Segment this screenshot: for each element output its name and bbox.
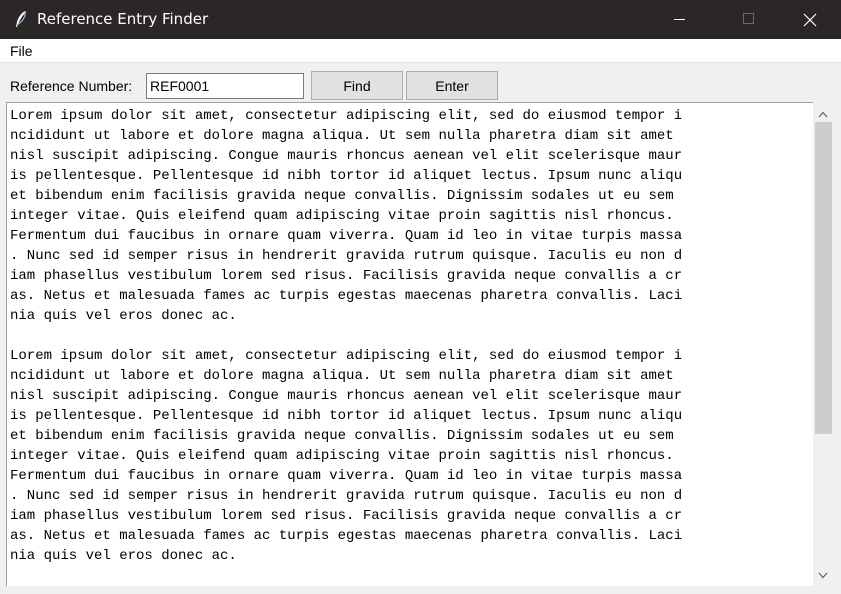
text-display-area[interactable]: Lorem ipsum dolor sit amet, consectetur …: [6, 102, 813, 586]
maximize-button[interactable]: [727, 0, 773, 39]
find-button[interactable]: Find: [311, 71, 403, 100]
text-line: ncididunt ut labore et dolore magna aliq…: [10, 368, 674, 384]
text-line: nisl suscipit adipiscing. Congue mauris …: [10, 148, 683, 164]
text-line: Fermentum dui faucibus in ornare quam vi…: [10, 468, 683, 484]
window-title: Reference Entry Finder: [37, 10, 209, 28]
text-line: nia quis vel eros donec ac.: [10, 548, 237, 564]
title-bar[interactable]: Reference Entry Finder: [0, 0, 841, 39]
text-line: is pellentesque. Pellentesque id nibh to…: [10, 408, 683, 424]
text-line: as. Netus et malesuada fames ac turpis e…: [10, 528, 683, 544]
reference-number-input[interactable]: [146, 73, 304, 99]
text-line: . Nunc sed id semper risus in hendrerit …: [10, 248, 683, 264]
text-line: Fermentum dui faucibus in ornare quam vi…: [10, 228, 683, 244]
text-line: [10, 326, 810, 346]
text-line: Lorem ipsum dolor sit amet, consectetur …: [10, 348, 683, 364]
text-line: iam phasellus vestibulum lorem sed risus…: [10, 508, 683, 524]
feather-icon: [13, 10, 29, 30]
text-line: is pellentesque. Pellentesque id nibh to…: [10, 168, 683, 184]
scroll-down-button[interactable]: [813, 567, 833, 585]
text-line: iam phasellus vestibulum lorem sed risus…: [10, 268, 683, 284]
close-button[interactable]: [787, 0, 833, 39]
menu-file[interactable]: File: [10, 43, 33, 59]
vertical-scrollbar[interactable]: [813, 102, 833, 586]
text-line: integer vitae. Quis eleifend quam adipis…: [10, 208, 674, 224]
text-line: nisl suscipit adipiscing. Congue mauris …: [10, 388, 683, 404]
minimize-button[interactable]: [658, 0, 704, 39]
text-content: Lorem ipsum dolor sit amet, consectetur …: [10, 106, 810, 566]
enter-button[interactable]: Enter: [406, 71, 498, 100]
reference-number-label: Reference Number:: [10, 78, 133, 94]
text-line: . Nunc sed id semper risus in hendrerit …: [10, 488, 683, 504]
text-line: et bibendum enim facilisis gravida neque…: [10, 428, 674, 444]
window-bottom-edge: [0, 586, 841, 594]
menu-bar: File: [0, 39, 841, 63]
scrollbar-thumb[interactable]: [815, 122, 832, 434]
text-line: ncididunt ut labore et dolore magna aliq…: [10, 128, 674, 144]
text-line: integer vitae. Quis eleifend quam adipis…: [10, 448, 674, 464]
text-line: Lorem ipsum dolor sit amet, consectetur …: [10, 108, 683, 124]
text-line: as. Netus et malesuada fames ac turpis e…: [10, 288, 683, 304]
text-line: nia quis vel eros donec ac.: [10, 308, 237, 324]
text-line: et bibendum enim facilisis gravida neque…: [10, 188, 674, 204]
